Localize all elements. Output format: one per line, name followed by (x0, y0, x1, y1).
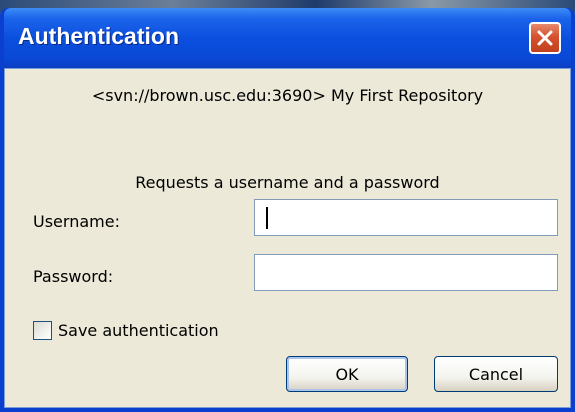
text-caret (266, 207, 268, 229)
ok-button[interactable]: OK (286, 356, 408, 392)
close-icon (537, 30, 553, 46)
dialog-body: <svn://brown.usc.edu:3690> My First Repo… (4, 68, 571, 408)
close-button[interactable] (529, 22, 561, 54)
save-authentication-label[interactable]: Save authentication (58, 321, 219, 340)
window-title: Authentication (18, 23, 179, 49)
cancel-button[interactable]: Cancel (434, 356, 558, 392)
password-label: Password: (33, 267, 114, 286)
repository-label: <svn://brown.usc.edu:3690> My First Repo… (91, 86, 484, 105)
request-message: Requests a username and a password (135, 173, 440, 192)
title-bar[interactable]: Authentication (4, 8, 571, 68)
save-authentication-checkbox[interactable] (33, 321, 52, 340)
username-input[interactable] (254, 199, 558, 236)
username-label: Username: (33, 212, 120, 231)
password-input[interactable] (254, 254, 558, 291)
authentication-dialog: Authentication <svn://brown.usc.edu:3690… (0, 8, 575, 412)
